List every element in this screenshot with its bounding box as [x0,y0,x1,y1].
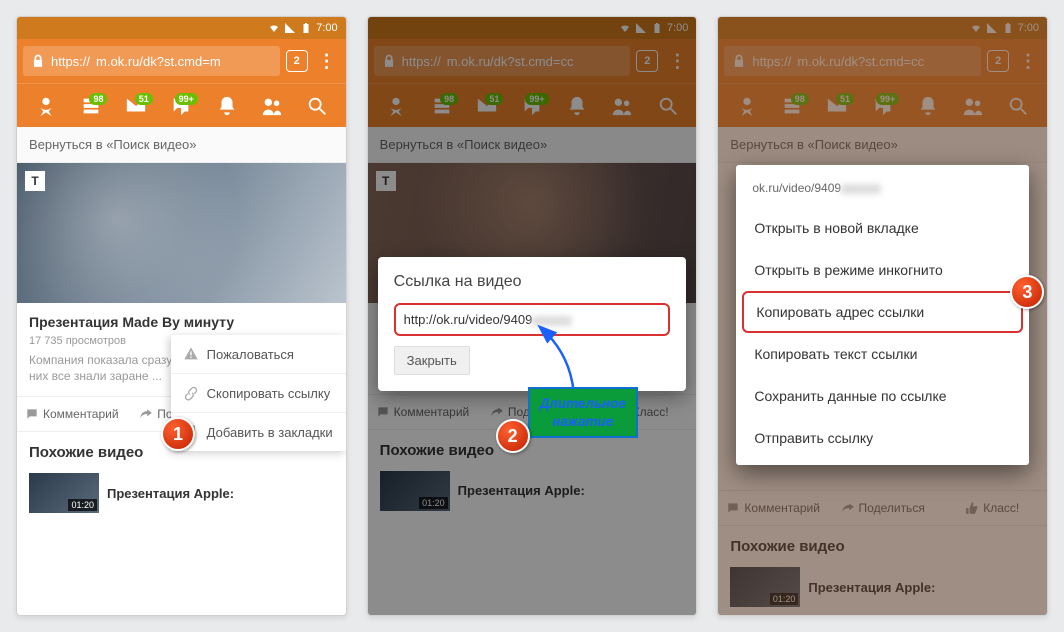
lock-icon [31,54,45,68]
blurred-url-tail [841,184,881,194]
nav-discussions-icon[interactable]: 99+ [159,95,204,117]
annotation-arrow [533,322,593,392]
video-title: Презентация Made By минуту [29,313,334,331]
url-text: m.ok.ru/dk?st.cmd=m [96,54,221,69]
menu-dots-icon[interactable]: ⋮ [314,51,340,72]
signal-icon [284,22,296,34]
ctx-report[interactable]: Пожаловаться [171,335,346,373]
ok-nav-bar: 98 51 99+ [17,83,346,127]
back-link[interactable]: Вернуться в «Поиск видео» [17,127,346,163]
nav-search-icon[interactable] [294,95,339,117]
battery-icon [300,22,312,34]
similar-title: Презентация Apple: [107,486,234,501]
phone-screenshot-1: 7:00 https:// m.ok.ru/dk?st.cmd=m 2 ⋮ 98 … [16,16,347,616]
ctx-send-link[interactable]: Отправить ссылку [736,417,1029,459]
ctx-copy-link-address[interactable]: Копировать адрес ссылки [742,291,1023,333]
ok-logo[interactable] [23,95,68,117]
ctx-open-incognito[interactable]: Открыть в режиме инкогнито [736,249,1029,291]
status-bar: 7:00 [17,17,346,39]
browser-context-menu: ok.ru/video/9409 Открыть в новой вкладке… [736,165,1029,465]
ctx-save-link[interactable]: Сохранить данные по ссылке [736,375,1029,417]
url-prefix: https:// [51,54,90,69]
nav-feed-icon[interactable]: 98 [68,95,113,117]
step-badge-2: 2 [496,419,530,453]
long-press-tooltip: Длительное нажатие [528,387,638,438]
video-context-menu: Пожаловаться Скопировать ссылку Добавить… [171,335,346,451]
nav-messages-icon[interactable]: 51 [113,95,158,117]
dialog-close-button[interactable]: Закрыть [394,346,470,375]
tj-logo: T [25,171,45,191]
wifi-icon [268,22,280,34]
ctx-copy-link-text[interactable]: Копировать текст ссылки [736,333,1029,375]
similar-video-item[interactable]: 01:20 Презентация Apple: [17,473,346,521]
dialog-title: Ссылка на видео [394,273,671,291]
phone-screenshot-2: 7:00 https://m.ok.ru/dk?st.cmd=cc 2 ⋮ 98… [367,16,698,616]
nav-notifications-icon[interactable] [204,95,249,117]
ctx-copy-link[interactable]: Скопировать ссылку [171,373,346,412]
similar-thumb: 01:20 [29,473,99,513]
video-thumbnail[interactable]: T [17,163,346,303]
clock: 7:00 [316,22,337,34]
step-badge-1: 1 [161,417,195,451]
tab-count[interactable]: 2 [286,50,308,72]
ctx-header: ok.ru/video/9409 [736,171,1029,207]
duration-badge: 01:20 [68,499,97,511]
ctx-bookmark[interactable]: Добавить в закладки [171,412,346,451]
ctx-open-new-tab[interactable]: Открыть в новой вкладке [736,207,1029,249]
browser-toolbar: https:// m.ok.ru/dk?st.cmd=m 2 ⋮ [17,39,346,83]
nav-friends-icon[interactable] [249,95,294,117]
comment-button[interactable]: Комментарий [17,397,127,431]
url-bar[interactable]: https:// m.ok.ru/dk?st.cmd=m [23,46,280,76]
phone-screenshot-3: 7:00 https://m.ok.ru/dk?st.cmd=cc 2 ⋮ 98… [717,16,1048,616]
